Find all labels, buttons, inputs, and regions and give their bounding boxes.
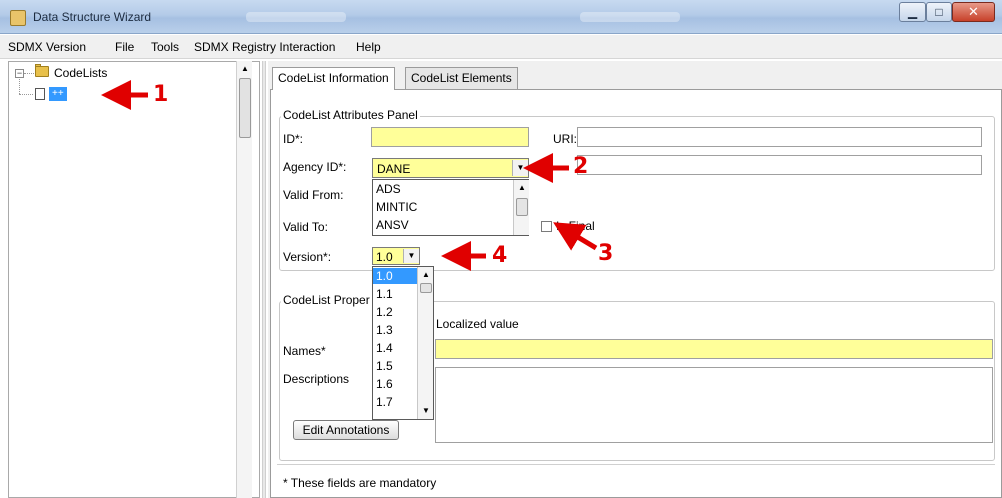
version-combo[interactable]: 1.0 ▼ xyxy=(372,247,420,265)
is-final-label: Is Final xyxy=(556,219,595,233)
descriptions-localized-field[interactable] xyxy=(435,367,993,443)
maximize-button[interactable]: □ xyxy=(926,2,952,22)
annotation-number-3: 3 xyxy=(598,241,614,266)
collapse-toggle[interactable]: − xyxy=(15,69,24,78)
uri-label: URI: xyxy=(553,132,577,146)
attributes-panel-title: CodeList Attributes Panel xyxy=(281,108,420,122)
agency-option[interactable]: ANSV xyxy=(373,217,409,233)
version-option[interactable]: 1.5 xyxy=(373,358,393,374)
localized-value-header: Localized value xyxy=(436,317,519,331)
version-dropdown-list: 1.0 1.1 1.2 1.3 1.4 1.5 1.6 1.7 ▲ ▼ xyxy=(372,266,434,420)
names-localized-field[interactable] xyxy=(435,339,993,359)
descriptions-label: Descriptions xyxy=(283,372,350,386)
tab-codelist-elements[interactable]: CodeList Elements xyxy=(405,67,518,89)
blurred-taskbar-text xyxy=(246,12,346,22)
agency-extra-field[interactable] xyxy=(577,155,982,175)
menu-sdmx-version[interactable]: SDMX Version xyxy=(8,40,86,54)
version-option[interactable]: 1.0 xyxy=(373,268,417,284)
close-button[interactable]: ✕ xyxy=(952,2,995,22)
blurred-taskbar-text xyxy=(580,12,680,22)
maximize-icon: □ xyxy=(935,5,943,19)
file-icon xyxy=(35,88,45,100)
version-dropdown-scrollbar[interactable]: ▲ ▼ xyxy=(417,267,433,419)
id-label: ID*: xyxy=(283,132,304,146)
version-option[interactable]: 1.6 xyxy=(373,376,393,392)
valid-to-label: Valid To: xyxy=(283,220,328,234)
version-label: Version*: xyxy=(283,250,332,264)
minimize-icon: ▁ xyxy=(907,5,918,19)
menu-file[interactable]: File xyxy=(115,40,134,54)
scroll-down-icon[interactable]: ▼ xyxy=(419,404,433,418)
footer-divider xyxy=(277,464,995,465)
edit-annotations-button[interactable]: Edit Annotations xyxy=(293,420,399,440)
tree-scrollbar[interactable]: ▲ xyxy=(236,61,252,498)
version-option[interactable]: 1.7 xyxy=(373,394,393,410)
scroll-thumb[interactable] xyxy=(420,283,432,293)
annotation-number-2: 2 xyxy=(573,154,589,179)
java-app-icon xyxy=(10,10,26,26)
version-value: 1.0 xyxy=(376,250,393,264)
agency-dropdown-scrollbar[interactable]: ▲ xyxy=(513,180,529,235)
scroll-up-icon[interactable]: ▲ xyxy=(419,268,433,282)
version-option[interactable]: 1.2 xyxy=(373,304,393,320)
tree-connector xyxy=(19,79,20,94)
version-option[interactable]: 1.1 xyxy=(373,286,393,302)
names-label: Names* xyxy=(283,344,326,358)
split-pane-divider[interactable] xyxy=(262,61,266,498)
title-bar: Data Structure Wizard ▁ □ ✕ xyxy=(0,0,1002,34)
scroll-thumb[interactable] xyxy=(239,78,251,138)
menu-tools[interactable]: Tools xyxy=(151,40,179,54)
tree-connector xyxy=(24,73,34,74)
version-option[interactable]: 1.3 xyxy=(373,322,393,338)
tab-content: CodeList Attributes Panel ID*: URI: Agen… xyxy=(270,89,1002,498)
properties-panel-title: CodeList Proper xyxy=(281,293,372,307)
codelist-tree: − CodeLists ++ xyxy=(8,61,260,498)
id-field[interactable] xyxy=(371,127,529,147)
close-icon: ✕ xyxy=(968,4,979,19)
uri-field[interactable] xyxy=(577,127,982,147)
scroll-thumb[interactable] xyxy=(516,198,528,216)
menu-sdmx-registry-interaction[interactable]: SDMX Registry Interaction xyxy=(194,40,335,54)
valid-from-label: Valid From: xyxy=(283,188,344,202)
scroll-up-icon[interactable]: ▲ xyxy=(239,63,251,75)
agency-id-label: Agency ID*: xyxy=(283,160,347,174)
agency-id-value: DANE xyxy=(377,162,411,176)
scroll-up-icon[interactable]: ▲ xyxy=(515,181,529,195)
agency-option[interactable]: ADS xyxy=(373,181,401,197)
right-panel: CodeList Information CodeList Elements C… xyxy=(268,61,1002,498)
tab-codelist-information[interactable]: CodeList Information xyxy=(272,67,395,90)
version-option[interactable]: 1.4 xyxy=(373,340,393,356)
tree-connector xyxy=(19,94,33,95)
window-title: Data Structure Wizard xyxy=(33,10,152,24)
chevron-down-icon[interactable]: ▼ xyxy=(512,160,528,176)
agency-id-combo[interactable]: DANE ▼ xyxy=(372,158,529,178)
tree-node-selected[interactable]: ++ xyxy=(49,87,67,101)
is-final-checkbox[interactable] xyxy=(541,221,552,232)
folder-icon xyxy=(35,66,49,77)
mandatory-fields-note: * These fields are mandatory xyxy=(283,476,437,490)
agency-dropdown-list: ADS MINTIC ANSV ▲ xyxy=(372,179,529,236)
tree-root-codelists[interactable]: CodeLists xyxy=(54,66,107,80)
chevron-down-icon[interactable]: ▼ xyxy=(403,249,419,263)
annotation-number-1: 1 xyxy=(153,82,169,107)
menu-bar: SDMX Version File Tools SDMX Registry In… xyxy=(0,35,1002,59)
agency-option[interactable]: MINTIC xyxy=(373,199,417,215)
annotation-number-4: 4 xyxy=(492,243,508,268)
minimize-button[interactable]: ▁ xyxy=(899,2,926,22)
menu-help[interactable]: Help xyxy=(356,40,381,54)
